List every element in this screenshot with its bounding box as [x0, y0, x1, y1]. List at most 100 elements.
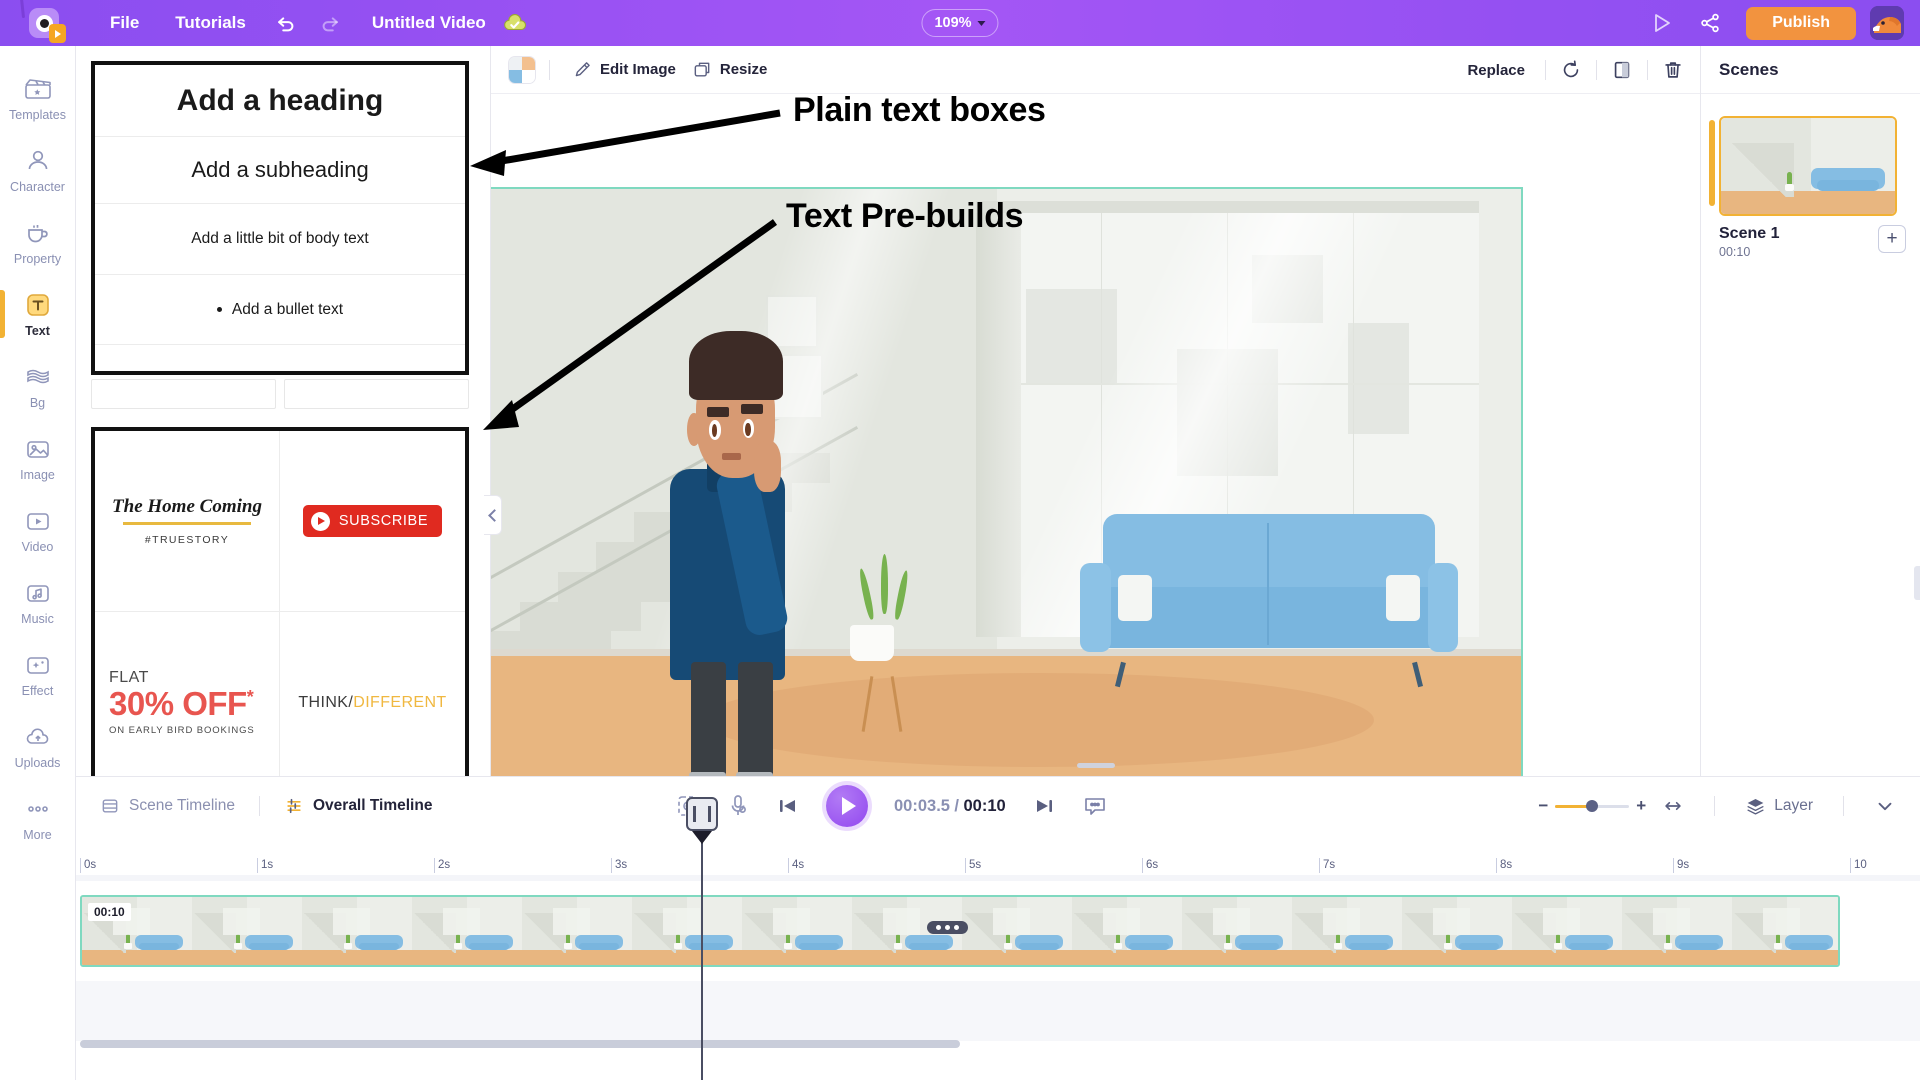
video-icon: [21, 507, 55, 535]
background-icon: [21, 363, 55, 391]
sidebar-item-video[interactable]: Video: [0, 494, 76, 566]
edit-image-button[interactable]: Edit Image: [564, 60, 684, 80]
sofa: [1080, 513, 1459, 688]
topbar-actions: Publish: [1640, 0, 1904, 46]
scene-card[interactable]: Scene 1 00:10 +: [1709, 116, 1906, 259]
layer-button[interactable]: Layer: [1745, 796, 1813, 816]
zoom-level-value: 109%: [934, 15, 972, 31]
timeline-empty-track[interactable]: [76, 981, 1920, 1041]
sidebar-item-effect[interactable]: Effect: [0, 638, 76, 710]
clip-frame: [1732, 897, 1838, 965]
curtain: [975, 212, 1021, 638]
sidebar-item-bg[interactable]: Bg: [0, 350, 76, 422]
redo-button[interactable]: [308, 0, 352, 46]
timeline-clip[interactable]: 00:10: [80, 895, 1840, 967]
flip-icon[interactable]: [1611, 59, 1633, 81]
sidebar-label: Image: [20, 467, 55, 482]
subtitle-icon[interactable]: [1082, 794, 1108, 818]
ruler-tick: 4s: [788, 858, 804, 873]
app-logo[interactable]: [18, 0, 70, 46]
menu-file[interactable]: File: [92, 13, 157, 33]
text-preset-body[interactable]: Add a little bit of body text: [95, 204, 465, 275]
prebuild-flat-discount[interactable]: FLAT 30% OFF* ON EARLY BIRD BOOKINGS: [95, 612, 280, 776]
prebuild-think-different[interactable]: THINK/DIFFERENT: [280, 612, 465, 776]
play-preview-icon: [1655, 14, 1671, 32]
prebuild-subscribe-button[interactable]: SUBSCRIBE: [280, 431, 465, 612]
divider: [258, 796, 260, 816]
divider: [1843, 796, 1844, 816]
sidebar-item-more[interactable]: More: [0, 782, 76, 854]
chevron-down-icon[interactable]: [1874, 796, 1896, 816]
sidebar-label: Text: [25, 323, 50, 338]
share-icon: [1701, 13, 1719, 33]
sidebar-item-uploads[interactable]: Uploads: [0, 710, 76, 782]
timeline-zoom-slider[interactable]: − +: [1538, 796, 1646, 816]
sidebar-item-templates[interactable]: Templates: [0, 62, 76, 134]
zoom-level-selector[interactable]: 109%: [921, 9, 999, 37]
replace-button[interactable]: Replace: [1461, 62, 1531, 79]
text-preset-subheading[interactable]: Add a subheading: [95, 137, 465, 204]
scene-duration: 00:10: [1719, 245, 1751, 259]
stage-resize-handle[interactable]: [1076, 763, 1115, 768]
trash-icon[interactable]: [1662, 59, 1684, 81]
skip-previous-icon[interactable]: [776, 794, 800, 818]
tab-overall-timeline[interactable]: Overall Timeline: [274, 796, 442, 816]
sidebar-item-character[interactable]: Character: [0, 134, 76, 206]
tab-scene-timeline[interactable]: Scene Timeline: [90, 796, 245, 816]
music-icon: [21, 579, 55, 607]
sidebar-item-text[interactable]: Text: [0, 278, 76, 350]
clip-frame: [962, 897, 1072, 965]
sidebar-label: Effect: [21, 683, 54, 698]
clip-options-button[interactable]: [927, 921, 968, 934]
publish-button[interactable]: Publish: [1746, 6, 1856, 40]
character-illustration: [650, 330, 818, 776]
property-icon: [21, 219, 55, 247]
sidebar-item-property[interactable]: Property: [0, 206, 76, 278]
zoom-track[interactable]: [1555, 800, 1630, 812]
timeline-playhead[interactable]: [686, 797, 718, 1080]
scene-thumbnail[interactable]: [1719, 116, 1897, 216]
play-button[interactable]: [826, 785, 868, 827]
plain-text-boxes-group: Add a heading Add a subheading Add a lit…: [91, 61, 469, 375]
divider: [1596, 60, 1597, 80]
playback-controls: 00:03.5 / 00:10: [676, 777, 1108, 835]
undo-button[interactable]: [264, 0, 308, 46]
logo-dot-icon: [39, 18, 49, 28]
zoom-in-button[interactable]: +: [1636, 796, 1646, 816]
text-preset-bullet[interactable]: Add a bullet text: [95, 275, 465, 345]
skip-next-icon[interactable]: [1032, 794, 1056, 818]
resize-button[interactable]: Resize: [684, 60, 776, 80]
sidebar-item-image[interactable]: Image: [0, 422, 76, 494]
scene-meta: Scene 1 00:10 +: [1719, 225, 1906, 259]
menu-tutorials[interactable]: Tutorials: [157, 13, 264, 33]
different-part: DIFFERENT: [353, 693, 447, 711]
ruler-tick: 3s: [611, 858, 627, 873]
timeline-ruler[interactable]: 0s 1s 2s 3s 4s 5s 6s 7s 8s 9s 10: [76, 835, 1920, 881]
share-button[interactable]: [1688, 0, 1732, 46]
collapse-panel-handle[interactable]: [484, 495, 502, 535]
sidebar-item-music[interactable]: Music: [0, 566, 76, 638]
color-swatch-icon[interactable]: [509, 56, 535, 83]
ruler-tick: 7s: [1319, 858, 1335, 873]
preview-button[interactable]: [1640, 0, 1684, 46]
zoom-knob[interactable]: [1586, 800, 1599, 812]
ruler-tick: 2s: [434, 858, 450, 873]
add-scene-button[interactable]: +: [1878, 225, 1906, 253]
prebuild-card-partial[interactable]: [91, 379, 276, 409]
prebuild-the-home-coming[interactable]: The Home Coming #TRUESTORY: [95, 431, 280, 612]
text-preset-heading[interactable]: Add a heading: [95, 65, 465, 137]
user-avatar[interactable]: [1870, 6, 1904, 40]
record-voice-icon[interactable]: [726, 793, 750, 819]
scrollbar-thumb[interactable]: [80, 1040, 960, 1048]
panel-edge-handle[interactable]: [1914, 566, 1920, 600]
zoom-out-button[interactable]: −: [1538, 796, 1548, 816]
timeline-toolbar: Scene Timeline Overall Timeline 00:03.5 …: [76, 777, 1920, 835]
timeline-horizontal-scrollbar[interactable]: [80, 1040, 1920, 1048]
rotate-icon[interactable]: [1560, 59, 1582, 81]
document-title[interactable]: Untitled Video: [372, 13, 486, 33]
fit-width-icon[interactable]: [1662, 796, 1684, 816]
scene-artboard[interactable]: [491, 187, 1523, 776]
playhead-handle[interactable]: [686, 797, 718, 831]
artboard-area: [491, 94, 1700, 776]
prebuild-card-partial[interactable]: [284, 379, 469, 409]
